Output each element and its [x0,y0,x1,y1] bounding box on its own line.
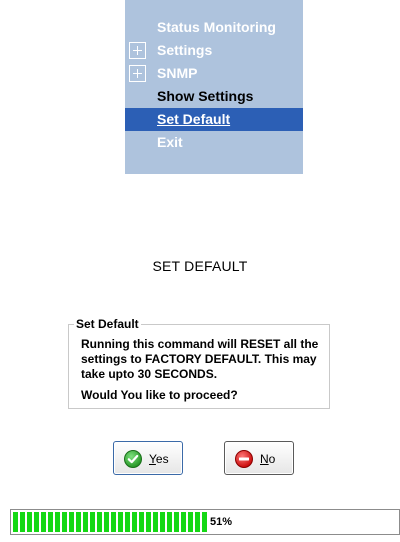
yes-button-label: Yes [149,451,169,467]
menu-item-snmp[interactable]: SNMP [125,62,303,85]
menu-item-show-settings[interactable]: Show Settings [125,85,303,108]
menu-item-label: Settings [157,42,213,58]
menu-item-label: Status Monitoring [157,19,276,35]
no-button-label: No [260,451,275,467]
minus-circle-icon [235,450,253,468]
yes-mnemonic: Y [149,452,156,466]
no-label-rest: o [268,452,276,466]
menu-item-exit[interactable]: Exit [125,131,303,154]
menu-item-set-default[interactable]: Set Default [125,108,303,131]
menu-item-settings[interactable]: Settings [125,39,303,62]
confirm-question: Would You like to proceed? [81,388,238,402]
menu-item-label: SNMP [157,65,198,81]
menu-item-label: Exit [157,134,183,150]
progress-bar: 51% [10,509,400,535]
no-button[interactable]: No [224,441,294,475]
progress-percent: 51% [210,516,233,528]
expand-plus-icon[interactable] [129,65,146,82]
page-title: SET DEFAULT [152,258,248,274]
groupbox-title: Set Default [74,317,141,332]
warning-message: Running this command will RESET all the … [81,337,319,381]
yes-label-rest: es [155,452,169,466]
menu-item-label: Show Settings [157,88,254,104]
progress-fill [13,512,209,532]
yes-button[interactable]: Yes [113,441,183,475]
check-circle-icon [124,450,142,468]
navigation-menu: Status Monitoring Settings SNMP Show Set… [125,0,303,174]
set-default-groupbox: Set Default Running this command will RE… [68,317,330,409]
menu-item-status-monitoring[interactable]: Status Monitoring [125,16,303,39]
no-mnemonic: N [260,452,269,466]
expand-plus-icon[interactable] [129,42,146,59]
menu-item-label: Set Default [157,111,231,127]
